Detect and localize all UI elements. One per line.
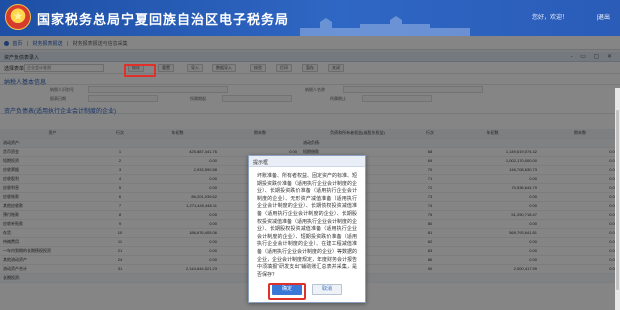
- confirm-button-highlight: [268, 283, 306, 300]
- scrollbar-thumb[interactable]: [616, 110, 619, 290]
- user-greeting[interactable]: 您好，欢迎！: [532, 12, 568, 21]
- site-header: ★ 国家税务总局宁夏回族自治区电子税务局 您好，欢迎！ |退出: [0, 0, 620, 36]
- cancel-button[interactable]: 取消: [312, 284, 342, 295]
- logout-link[interactable]: |退出: [596, 12, 610, 21]
- star-icon: ★: [12, 9, 24, 23]
- save-button-highlight: [124, 64, 156, 77]
- building-silhouette-icon: [300, 16, 470, 36]
- site-title: 国家税务总局宁夏回族自治区电子税务局: [37, 12, 290, 27]
- confirm-dialog: 提示框 坏账准备、所有者权益、固定资产的标准、短期投资跌价准备（适用执行企业会计…: [248, 155, 366, 303]
- dialog-message: 坏账准备、所有者权益、固定资产的标准、短期投资跌价准备（适用执行企业会计制度的企…: [257, 173, 358, 278]
- dialog-buttons: 确定 取消: [249, 284, 367, 296]
- dialog-title: 提示框: [249, 156, 365, 167]
